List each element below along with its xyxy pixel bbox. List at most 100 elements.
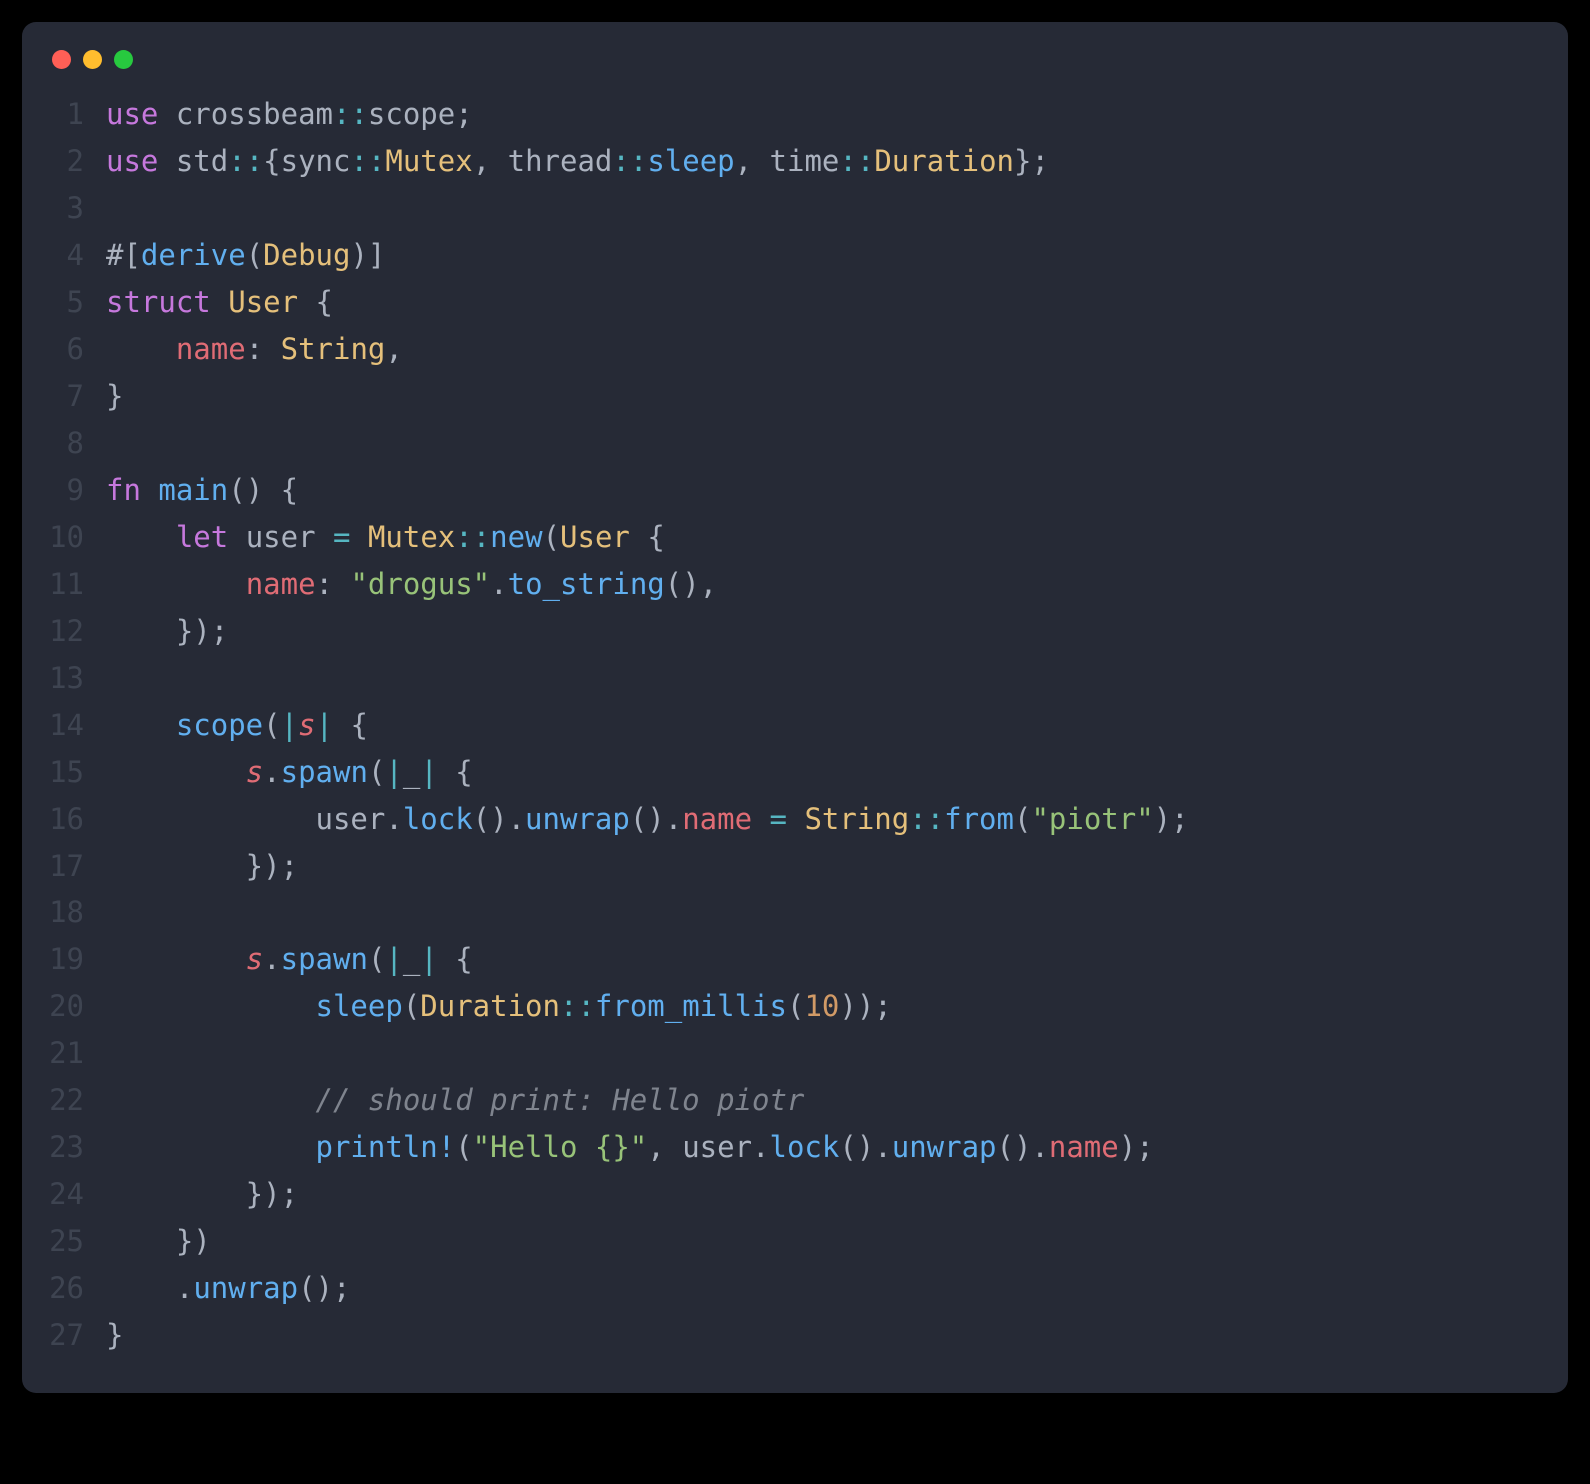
token: , thread	[473, 144, 613, 178]
code-content	[106, 185, 123, 232]
code-line[interactable]: 6 name: String,	[22, 326, 1568, 373]
code-content: }	[106, 1312, 123, 1359]
code-line[interactable]: 23 println!("Hello {}", user.lock().unwr…	[22, 1124, 1568, 1171]
line-number: 20	[22, 983, 106, 1030]
app-frame: 1use crossbeam::scope;2use std::{sync::M…	[0, 0, 1590, 1415]
code-line[interactable]: 25 })	[22, 1218, 1568, 1265]
code-editor[interactable]: 1use crossbeam::scope;2use std::{sync::M…	[22, 91, 1568, 1359]
token: |	[385, 755, 402, 789]
code-line[interactable]: 9fn main() {	[22, 467, 1568, 514]
code-line[interactable]: 24 });	[22, 1171, 1568, 1218]
token: |	[281, 708, 298, 742]
token: (	[403, 989, 420, 1023]
token: spawn	[281, 942, 368, 976]
token: .	[490, 567, 507, 601]
token: println!	[316, 1130, 456, 1164]
code-line[interactable]: 21	[22, 1030, 1568, 1077]
token: "drogus"	[350, 567, 490, 601]
token: name	[1049, 1130, 1119, 1164]
code-window: 1use crossbeam::scope;2use std::{sync::M…	[22, 22, 1568, 1393]
line-number: 14	[22, 702, 106, 749]
token: to_string	[508, 567, 665, 601]
code-line[interactable]: 11 name: "drogus".to_string(),	[22, 561, 1568, 608]
token: lock	[403, 802, 473, 836]
close-icon[interactable]	[52, 50, 71, 69]
code-content: name: "drogus".to_string(),	[106, 561, 717, 608]
token: ::	[455, 520, 490, 554]
code-line[interactable]: 7}	[22, 373, 1568, 420]
token: unwrap	[525, 802, 630, 836]
code-line[interactable]: 17 });	[22, 843, 1568, 890]
token: ::	[839, 144, 874, 178]
code-line[interactable]: 8	[22, 420, 1568, 467]
token: , time	[735, 144, 840, 178]
code-line[interactable]: 27}	[22, 1312, 1568, 1359]
token: use	[106, 97, 158, 131]
code-content: println!("Hello {}", user.lock().unwrap(…	[106, 1124, 1154, 1171]
token: scope;	[368, 97, 473, 131]
code-line[interactable]: 5struct User {	[22, 279, 1568, 326]
code-line[interactable]: 3	[22, 185, 1568, 232]
token: )]	[350, 238, 385, 272]
token: ().	[630, 802, 682, 836]
code-line[interactable]: 22 // should print: Hello piotr	[22, 1077, 1568, 1124]
code-line[interactable]: 4#[derive(Debug)]	[22, 232, 1568, 279]
token: main	[158, 473, 228, 507]
code-line[interactable]: 2use std::{sync::Mutex, thread::sleep, t…	[22, 138, 1568, 185]
line-number: 9	[22, 467, 106, 514]
token: );	[1154, 802, 1189, 836]
token: // should print: Hello piotr	[316, 1083, 805, 1117]
code-line[interactable]: 26 .unwrap();	[22, 1265, 1568, 1312]
token: });	[106, 1177, 298, 1211]
token	[106, 520, 176, 554]
code-line[interactable]: 16 user.lock().unwrap().name = String::f…	[22, 796, 1568, 843]
token: Debug	[263, 238, 350, 272]
code-line[interactable]: 12 });	[22, 608, 1568, 655]
zoom-icon[interactable]	[114, 50, 133, 69]
token: {sync	[263, 144, 350, 178]
code-line[interactable]: 18	[22, 889, 1568, 936]
token: :	[316, 567, 351, 601]
token: name	[246, 567, 316, 601]
code-line[interactable]: 1use crossbeam::scope;	[22, 91, 1568, 138]
token: .	[106, 1271, 193, 1305]
token: String	[804, 802, 909, 836]
code-content: s.spawn(|_| {	[106, 749, 473, 796]
token: Duration	[420, 989, 560, 1023]
line-number: 10	[22, 514, 106, 561]
token: () {	[228, 473, 298, 507]
minimize-icon[interactable]	[83, 50, 102, 69]
token: =	[770, 802, 787, 836]
code-content: name: String,	[106, 326, 403, 373]
code-content: }	[106, 373, 123, 420]
line-number: 18	[22, 889, 106, 936]
line-number: 27	[22, 1312, 106, 1359]
token	[106, 989, 316, 1023]
code-line[interactable]: 13	[22, 655, 1568, 702]
token: {	[438, 942, 473, 976]
line-number: 21	[22, 1030, 106, 1077]
code-content: })	[106, 1218, 211, 1265]
token: ().	[997, 1130, 1049, 1164]
token: derive	[141, 238, 246, 272]
line-number: 23	[22, 1124, 106, 1171]
line-number: 19	[22, 936, 106, 983]
code-line[interactable]: 20 sleep(Duration::from_millis(10));	[22, 983, 1568, 1030]
token: (	[787, 989, 804, 1023]
token: Mutex	[385, 144, 472, 178]
code-content	[106, 1030, 123, 1077]
code-content: // should print: Hello piotr	[106, 1077, 804, 1124]
code-line[interactable]: 14 scope(|s| {	[22, 702, 1568, 749]
token: |	[420, 755, 437, 789]
code-content: let user = Mutex::new(User {	[106, 514, 665, 561]
code-line[interactable]: 15 s.spawn(|_| {	[22, 749, 1568, 796]
code-line[interactable]: 19 s.spawn(|_| {	[22, 936, 1568, 983]
code-line[interactable]: 10 let user = Mutex::new(User {	[22, 514, 1568, 561]
code-content	[106, 420, 123, 467]
line-number: 13	[22, 655, 106, 702]
token: });	[106, 614, 228, 648]
token: name	[176, 332, 246, 366]
token: #[	[106, 238, 141, 272]
code-content: scope(|s| {	[106, 702, 368, 749]
token: =	[333, 520, 350, 554]
